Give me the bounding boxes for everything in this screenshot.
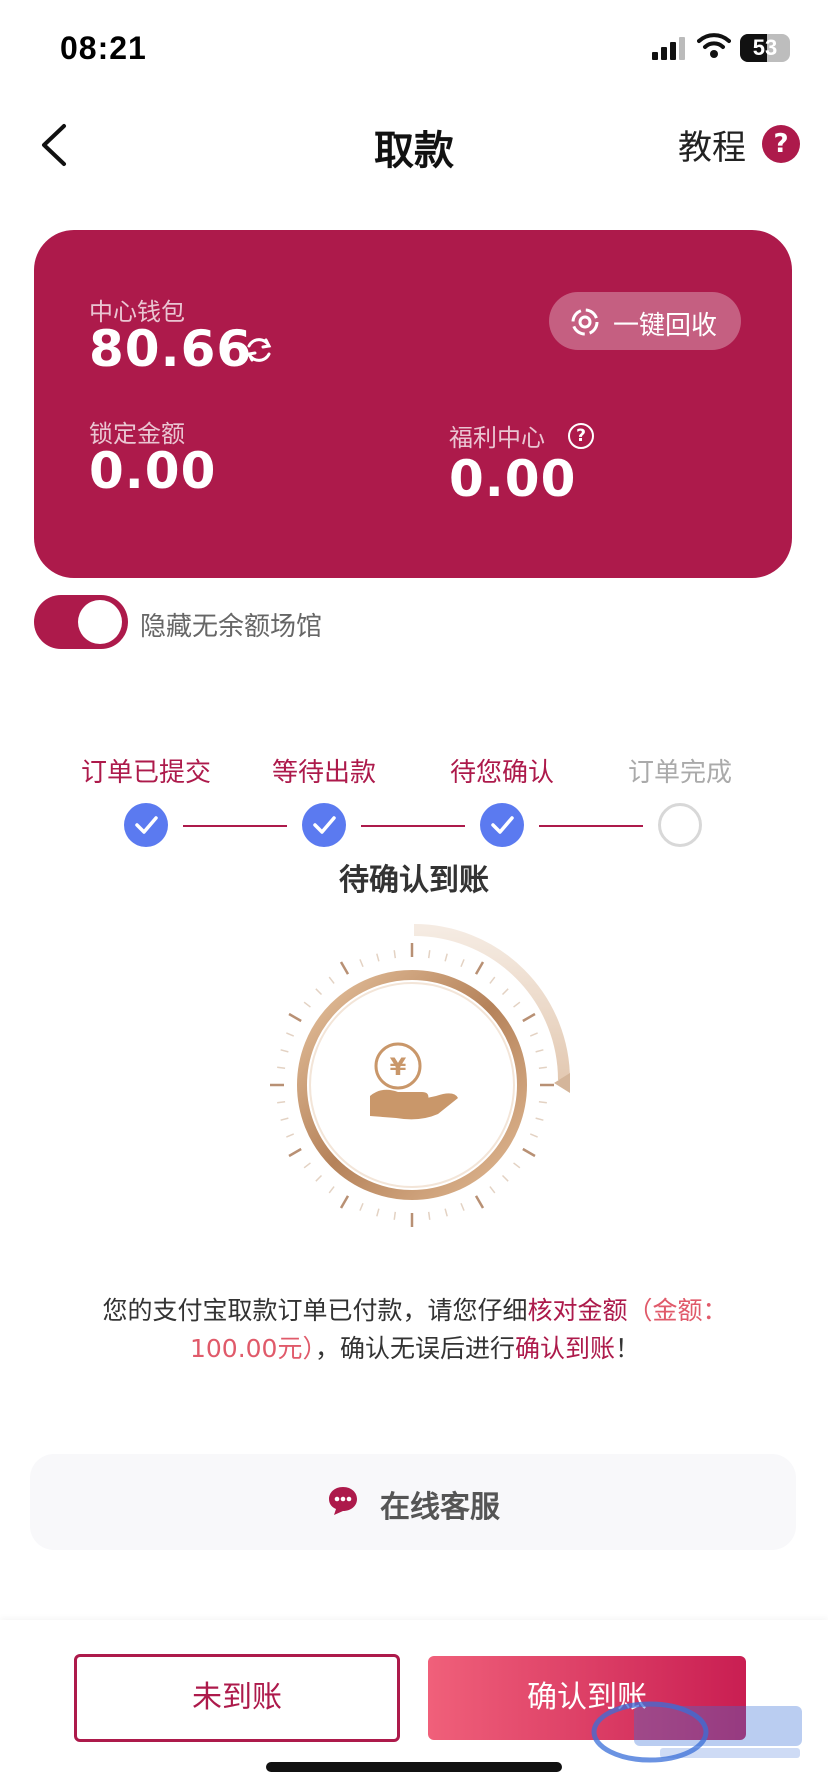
dial-tick (427, 950, 431, 959)
battery-icon: 53 (740, 34, 790, 62)
dial-tick (474, 1195, 485, 1209)
welfare-center-label: 福利中心 (449, 424, 545, 452)
dial-tick (529, 1032, 538, 1037)
step-circle-complete (658, 803, 702, 847)
svg-text:¥: ¥ (390, 1053, 407, 1081)
recycle-icon (571, 308, 599, 336)
recycle-button[interactable]: 一键回收 (549, 292, 741, 350)
hide-empty-label: 隐藏无余额场馆 (140, 612, 323, 642)
dial-tick (489, 976, 496, 984)
dial-tick (359, 1202, 364, 1211)
dial-tick (315, 1174, 323, 1182)
step-circle-waiting (302, 803, 346, 847)
dial-tick (288, 1012, 302, 1023)
status-time: 08:21 (60, 30, 147, 66)
not-received-button[interactable]: 未到账 (74, 1654, 400, 1742)
message-text: ！ (615, 1334, 641, 1363)
dial-tick (474, 961, 485, 975)
dial-tick (315, 988, 323, 996)
step-label-complete: 订单完成 (627, 758, 732, 788)
message-highlight: 核对金额 (527, 1296, 628, 1325)
message-highlight: 确认到账 (514, 1334, 615, 1363)
battery-text: 53 (752, 35, 778, 60)
tutorial-link[interactable]: 教程 (678, 120, 746, 169)
dial-tick (529, 1133, 538, 1138)
dial-tick (444, 1208, 448, 1217)
message-text: 您的支付宝取款订单已付款，请您仔细 (102, 1296, 528, 1325)
dial-tick (328, 1186, 335, 1194)
center-wallet-value: 80.66 (89, 320, 253, 378)
dial-tick (538, 1066, 547, 1070)
dial-tick (427, 1211, 431, 1220)
dial-tick (286, 1032, 295, 1037)
wifi-icon (697, 33, 731, 58)
dial-tick (501, 1174, 509, 1182)
home-indicator (266, 1762, 562, 1772)
dial-tick (393, 950, 397, 959)
dial-tick (513, 1162, 521, 1169)
dial-tick (359, 959, 364, 968)
dial-tick (277, 1066, 286, 1070)
dial-tick (460, 959, 465, 968)
status-bar: 08:21 53 (0, 0, 828, 100)
dial-tick (444, 953, 448, 962)
dial-tick (522, 1147, 536, 1158)
dial-tick (393, 1211, 397, 1220)
welfare-help-icon[interactable]: ? (568, 423, 594, 449)
refresh-icon[interactable] (244, 335, 274, 365)
watermark-logo (591, 1701, 802, 1763)
step-label-confirm: 待您确认 (449, 758, 554, 788)
welfare-center-value: 0.00 (449, 450, 577, 508)
coin-hand-icon: ¥ (270, 924, 570, 1227)
toggle-knob (78, 600, 122, 644)
dial-tick (489, 1186, 496, 1194)
step-label-submitted: 订单已提交 (80, 758, 211, 788)
check-icon (491, 816, 514, 834)
signal-icon (652, 37, 685, 60)
dial-tick (535, 1049, 544, 1053)
step-connector (539, 825, 643, 827)
dial-tick (376, 953, 380, 962)
dial-tick (277, 1100, 286, 1104)
recycle-label: 一键回收 (613, 311, 718, 341)
locked-amount-value: 0.00 (89, 442, 217, 500)
dial-tick (286, 1133, 295, 1138)
dial-tick (288, 1147, 302, 1158)
step-circle-confirm (480, 803, 524, 847)
message-text: ，确认无误后进行 (314, 1334, 515, 1363)
hide-empty-toggle[interactable] (34, 595, 128, 649)
online-support-label: 在线客服 (380, 1490, 500, 1525)
dial-tick (303, 1162, 311, 1169)
online-support-button[interactable]: 在线客服 (30, 1454, 796, 1550)
step-circle-submitted (124, 803, 168, 847)
dial-tick (501, 988, 509, 996)
step-connector (183, 825, 287, 827)
step-connector (361, 825, 465, 827)
dial-tick (303, 1001, 311, 1008)
dial-tick (460, 1202, 465, 1211)
dial-tick (538, 1100, 547, 1104)
dial-tick (522, 1012, 536, 1023)
dial-tick (535, 1117, 544, 1121)
dial-tick (328, 976, 335, 984)
check-icon (135, 816, 158, 834)
dial-tick (513, 1001, 521, 1008)
check-icon (313, 816, 336, 834)
dial-tick (280, 1049, 289, 1053)
confirmation-message: 您的支付宝取款订单已付款，请您仔细核对金额（金额：100.00元），确认无误后进… (70, 1292, 760, 1368)
step-label-waiting: 等待出款 (271, 758, 376, 788)
chat-icon (329, 1487, 357, 1515)
dial-tick (376, 1208, 380, 1217)
wallet-card: 中心钱包 80.66 一键回收 锁定金额 0.00 福利中心 ? 0.00 (34, 230, 792, 578)
dial-tick (280, 1117, 289, 1121)
dial-tick (339, 961, 350, 975)
status-title: 待确认到账 (339, 863, 489, 898)
help-icon[interactable]: ? (762, 125, 800, 163)
dial-tick (339, 1195, 350, 1209)
